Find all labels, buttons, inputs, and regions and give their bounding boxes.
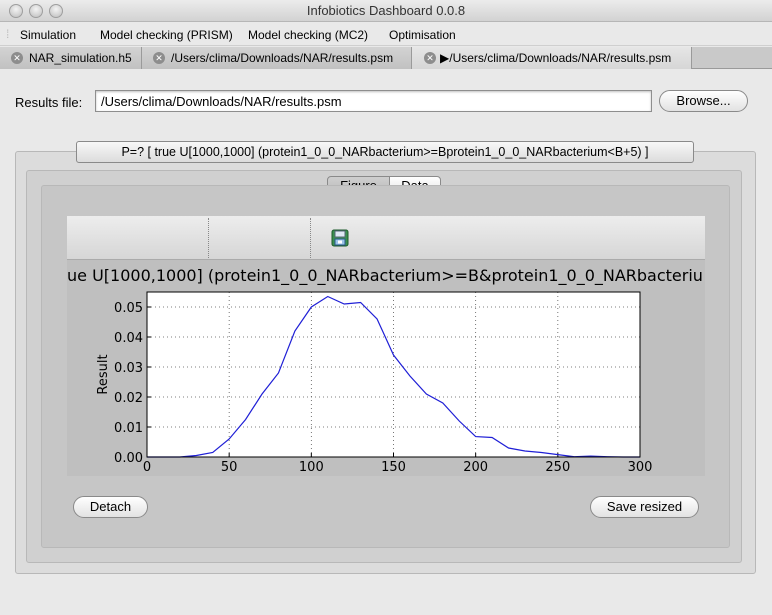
- property-formula: P=? [ true U[1000,1000] (protein1_0_0_NA…: [76, 141, 694, 163]
- tab-results-psm[interactable]: ✕ /Users/clima/Downloads/NAR/results.psm: [142, 47, 412, 69]
- title-bar: Infobiotics Dashboard 0.0.8: [0, 0, 772, 22]
- menu-model-checking-mc2[interactable]: Model checking (MC2): [248, 28, 368, 42]
- plot-area: ue U[1000,1000] (protein1_0_0_NARbacteri…: [67, 216, 705, 476]
- y-tick-label: 0.00: [114, 451, 143, 466]
- y-tick-label: 0.01: [114, 421, 143, 436]
- plot-toolbar: [67, 216, 705, 260]
- x-tick-label: 50: [221, 460, 238, 475]
- x-tick-label: 200: [463, 460, 488, 475]
- x-tick-label: 100: [299, 460, 324, 475]
- tab-label: /Users/clima/Downloads/NAR/results.psm: [171, 51, 394, 65]
- app-window: Infobiotics Dashboard 0.0.8 ⁞ Simulation…: [0, 0, 772, 615]
- toolbar-separator: [208, 218, 209, 258]
- x-tick-label: 0: [143, 460, 151, 475]
- line-chart: ue U[1000,1000] (protein1_0_0_NARbacteri…: [67, 266, 703, 475]
- window-title: Infobiotics Dashboard 0.0.8: [306, 3, 466, 18]
- tab-label: ▶/Users/clima/Downloads/NAR/results.psm: [440, 51, 672, 65]
- y-axis-label: Result: [96, 354, 111, 394]
- menu-bar: ⁞ Simulation Model checking (PRISM) Mode…: [0, 23, 772, 46]
- detach-button[interactable]: Detach: [73, 496, 148, 518]
- browse-button[interactable]: Browse...: [659, 90, 748, 112]
- menu-simulation[interactable]: Simulation: [20, 28, 76, 42]
- y-tick-label: 0.04: [114, 331, 143, 346]
- y-tick-label: 0.05: [114, 301, 143, 316]
- x-tick-label: 300: [628, 460, 653, 475]
- y-tick-label: 0.03: [114, 361, 143, 376]
- x-tick-label: 150: [381, 460, 406, 475]
- results-file-input[interactable]: [95, 90, 652, 112]
- close-tab-icon[interactable]: ✕: [153, 52, 165, 64]
- document-tab-bar: ✕ NAR_simulation.h5 ✕ /Users/clima/Downl…: [0, 47, 772, 69]
- x-tick-label: 250: [545, 460, 570, 475]
- chart-title: ue U[1000,1000] (protein1_0_0_NARbacteri…: [67, 266, 703, 286]
- toolbar-separator: [310, 218, 311, 258]
- close-tab-icon[interactable]: ✕: [11, 52, 23, 64]
- tab-label: NAR_simulation.h5: [29, 51, 132, 65]
- y-tick-label: 0.02: [114, 391, 143, 406]
- tab-results-psm-active[interactable]: ✕ ▶/Users/clima/Downloads/NAR/results.ps…: [412, 47, 692, 69]
- menu-model-checking-prism[interactable]: Model checking (PRISM): [100, 28, 233, 42]
- menubar-grip-icon: ⁞: [6, 27, 10, 41]
- tab-nar-simulation[interactable]: ✕ NAR_simulation.h5: [0, 47, 142, 69]
- menu-optimisation[interactable]: Optimisation: [389, 28, 456, 42]
- save-resized-button[interactable]: Save resized: [590, 496, 699, 518]
- save-figure-icon[interactable]: [330, 228, 350, 248]
- results-file-label: Results file:: [15, 95, 83, 110]
- close-tab-icon[interactable]: ✕: [424, 52, 436, 64]
